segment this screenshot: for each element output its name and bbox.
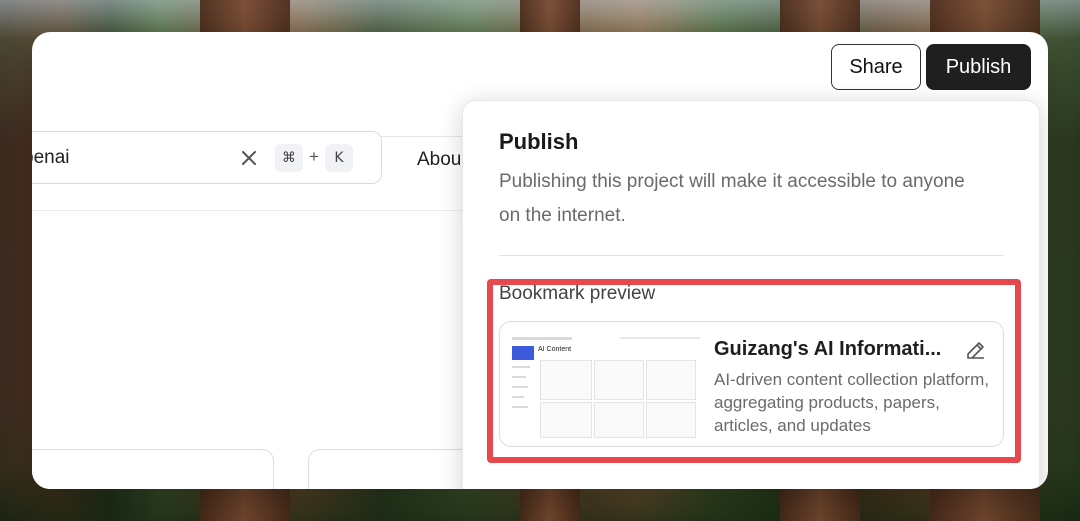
search-input-value: penai [32,147,70,168]
highlight-annotation [487,279,1021,463]
app-window: penai ⌘ + K Abou Share Publish Publish P… [32,32,1048,489]
popover-description: Publishing this project will make it acc… [499,171,965,226]
content-divider [32,210,472,211]
content-card[interactable] [32,449,274,489]
shortcut-plus: + [309,147,319,166]
popover-divider [499,255,1004,256]
publish-popover: Publish Publishing this project will mak… [462,100,1040,489]
share-button[interactable]: Share [831,44,921,90]
popover-title: Publish [499,129,579,154]
close-icon[interactable] [237,146,261,170]
shortcut-key-cmd: ⌘ [275,144,303,172]
shortcut-key-k: K [325,144,353,172]
nav-about-link[interactable]: Abou [417,149,461,171]
publish-button[interactable]: Publish [926,44,1031,90]
search-input[interactable]: penai ⌘ + K [32,131,382,184]
